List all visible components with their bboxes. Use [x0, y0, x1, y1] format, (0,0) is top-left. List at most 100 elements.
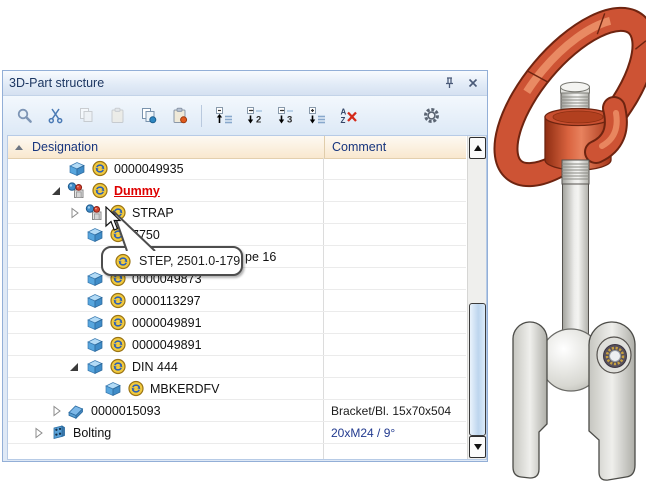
- remove-sort-icon: AZ: [340, 107, 357, 124]
- comment-cell: [324, 158, 466, 179]
- referenced-part-icon: [106, 314, 129, 331]
- comment-cell: [324, 290, 466, 311]
- settings-gear-button[interactable]: [420, 104, 442, 126]
- part-icon: [83, 226, 106, 243]
- pin-icon[interactable]: [441, 75, 458, 91]
- indent-spacer: [8, 300, 65, 301]
- sort-asc-icon: [15, 145, 23, 150]
- designation-cell: 0000015093: [8, 400, 324, 421]
- comment-cell: [324, 224, 466, 245]
- expander-expanded-icon[interactable]: [65, 361, 83, 373]
- expand-level-2-button[interactable]: 2: [243, 104, 267, 128]
- tree-row-0000049891[interactable]: 0000049891: [8, 334, 466, 356]
- row-label: 0000049891: [132, 338, 202, 352]
- find-button[interactable]: [12, 104, 36, 128]
- designation-cell: 7750: [8, 224, 324, 245]
- row-label: pe 16: [245, 250, 276, 264]
- column-header-row: Designation Comment: [8, 136, 466, 159]
- comment-cell: [324, 356, 466, 377]
- copy-icon: [78, 107, 95, 124]
- row-label: Dummy: [114, 184, 160, 198]
- mouse-cursor: [104, 206, 122, 232]
- scroll-up-button[interactable]: [469, 137, 486, 159]
- tree-row-0000015093[interactable]: 0000015093 Bracket/Bl. 15x70x504: [8, 400, 466, 422]
- viewport-3d[interactable]: [488, 0, 646, 493]
- collapse-all-icon: [216, 107, 233, 124]
- part-icon: [83, 292, 106, 309]
- cut-button[interactable]: [43, 104, 67, 128]
- referenced-part-icon: [106, 292, 129, 309]
- model-shaft: [562, 160, 589, 342]
- remove-sort-button[interactable]: AZ: [336, 104, 360, 128]
- tree-row-0000049935[interactable]: 0000049935: [8, 158, 466, 180]
- part-icon: [65, 160, 88, 177]
- expand-level-2-icon: 2: [247, 107, 264, 124]
- indent-spacer: [8, 212, 65, 213]
- copy-special-button[interactable]: [136, 104, 160, 128]
- expander-collapsed-icon[interactable]: [47, 405, 65, 417]
- indent-spacer: [8, 410, 47, 411]
- collapse-all-button[interactable]: [212, 104, 236, 128]
- expander-collapsed-icon[interactable]: [29, 427, 47, 439]
- expand-all-button[interactable]: [305, 104, 329, 128]
- referenced-part-icon: [124, 380, 147, 397]
- gear-icon: [422, 106, 441, 125]
- expander-expanded-icon[interactable]: [47, 185, 65, 197]
- tree-row-mbkerdfv[interactable]: MBKERDFV: [8, 378, 466, 400]
- scrollbar-thumb[interactable]: [469, 303, 486, 436]
- comment-cell: [324, 246, 466, 267]
- panel-title: 3D-Part structure: [9, 76, 104, 90]
- copy-button: [74, 104, 98, 128]
- panel-titlebar[interactable]: 3D-Part structure: [3, 71, 487, 96]
- copy-special-icon: [140, 107, 157, 124]
- part-structure-panel: 3D-Part structure 2 3 AZ Designation: [2, 70, 488, 462]
- column-header-comment[interactable]: Comment: [324, 136, 466, 158]
- tree-row-bolting[interactable]: Bolting20xM24 / 9°: [8, 422, 466, 444]
- indent-spacer: [8, 322, 65, 323]
- toolbar-separator: [201, 105, 202, 127]
- comment-cell: [324, 312, 466, 333]
- row-label: 0000049935: [114, 162, 184, 176]
- expand-level-3-icon: 3: [278, 107, 295, 124]
- expander-collapsed-icon[interactable]: [65, 207, 83, 219]
- column-header-designation[interactable]: Designation: [8, 136, 330, 158]
- tree-row-7750[interactable]: 7750: [8, 224, 466, 246]
- indent-spacer: [8, 278, 65, 279]
- designation-cell: DIN 444: [8, 356, 324, 377]
- row-label: 0000015093: [91, 404, 161, 418]
- assembly-icon: [83, 204, 106, 221]
- model-bearing: [597, 337, 631, 373]
- comment-cell: Bracket/Bl. 15x70x504: [324, 400, 466, 421]
- indent-spacer: [8, 388, 83, 389]
- scroll-down-button[interactable]: [469, 436, 486, 458]
- application-workspace: 3D-Part structure 2 3 AZ Designation: [0, 0, 646, 493]
- tree-row-din-444[interactable]: DIN 444: [8, 356, 466, 378]
- designation-cell: 0000049935: [8, 158, 324, 179]
- expand-all-icon: [309, 107, 326, 124]
- close-icon[interactable]: [464, 75, 481, 91]
- sheet-icon: [65, 402, 88, 420]
- tree-row-0000049891[interactable]: 0000049891: [8, 312, 466, 334]
- svg-text:2: 2: [256, 115, 261, 125]
- part-icon: [83, 336, 106, 353]
- comment-header-label: Comment: [332, 140, 386, 154]
- tree-row-dummy[interactable]: Dummy: [8, 180, 466, 202]
- triangle-up-icon: [474, 145, 482, 151]
- tree-row-strap[interactable]: STRAP: [8, 202, 466, 224]
- row-label: DIN 444: [132, 360, 178, 374]
- find-icon: [16, 107, 33, 124]
- designation-cell: STRAP: [8, 202, 324, 223]
- row-label: 0000113297: [132, 294, 201, 308]
- paste-special-button[interactable]: [167, 104, 191, 128]
- assembly-icon: [65, 182, 88, 199]
- tree-row-0000113297[interactable]: 0000113297: [8, 290, 466, 312]
- indent-spacer: [8, 432, 29, 433]
- referenced-part-icon: [106, 336, 129, 353]
- vertical-scrollbar[interactable]: [467, 136, 486, 459]
- paste-button: [105, 104, 129, 128]
- paste-icon: [109, 107, 126, 124]
- indent-spacer: [8, 366, 65, 367]
- expand-level-3-button[interactable]: 3: [274, 104, 298, 128]
- designation-cell: Bolting: [8, 422, 324, 443]
- comment-cell: [324, 268, 466, 289]
